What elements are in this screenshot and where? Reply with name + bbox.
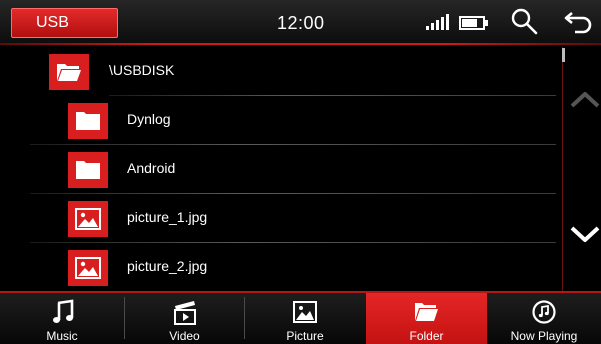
tab-folder[interactable]: Folder	[366, 293, 487, 344]
picture-icon	[68, 201, 108, 237]
tab-label: Now Playing	[510, 329, 578, 343]
scrollbar-track	[562, 47, 563, 291]
list-item-label: picture_2.jpg	[127, 258, 208, 274]
folder-icon	[68, 103, 108, 139]
tab-picture[interactable]: Picture	[245, 293, 365, 344]
tab-label: Picture	[286, 329, 324, 343]
now-playing-icon	[532, 300, 556, 324]
music-note-icon	[53, 299, 74, 323]
scroll-up-icon[interactable]	[569, 88, 601, 112]
folder-open-icon	[49, 54, 89, 90]
list-item[interactable]: Android	[0, 145, 562, 194]
list-item-label: \USBDISK	[109, 62, 175, 78]
list-item[interactable]: Dynlog	[0, 96, 562, 145]
file-list: \USBDISK Dynlog Android picture_1.jpg pi…	[0, 47, 562, 291]
tab-label: Folder	[409, 329, 444, 343]
clock: 12:00	[277, 13, 325, 33]
tab-music[interactable]: Music	[0, 293, 124, 344]
list-item-label: picture_1.jpg	[127, 209, 208, 225]
bottom-nav: Music Video Picture Folder Now Playing	[0, 291, 601, 344]
signal-icon	[426, 14, 449, 30]
video-clapper-icon	[174, 301, 196, 325]
search-icon[interactable]	[510, 7, 538, 35]
picture-icon	[293, 301, 317, 323]
tab-video[interactable]: Video	[125, 293, 244, 344]
tab-now-playing[interactable]: Now Playing	[487, 293, 601, 344]
top-bar: USB 12:00	[0, 0, 601, 45]
tab-label: Music	[46, 329, 78, 343]
list-item-label: Dynlog	[127, 111, 171, 127]
scroll-down-icon[interactable]	[569, 222, 601, 246]
tab-label: Video	[169, 329, 200, 343]
picture-icon	[68, 250, 108, 286]
folder-icon	[68, 152, 108, 188]
source-button[interactable]: USB	[11, 8, 118, 38]
folder-root-row[interactable]: \USBDISK	[0, 47, 562, 96]
list-item[interactable]: picture_1.jpg	[0, 194, 562, 243]
list-item-label: Android	[127, 160, 176, 176]
list-item[interactable]: picture_2.jpg	[0, 243, 562, 291]
scrollbar-thumb[interactable]	[562, 48, 565, 62]
back-icon[interactable]	[563, 8, 593, 36]
folder-icon	[415, 303, 438, 321]
battery-icon	[459, 16, 488, 30]
